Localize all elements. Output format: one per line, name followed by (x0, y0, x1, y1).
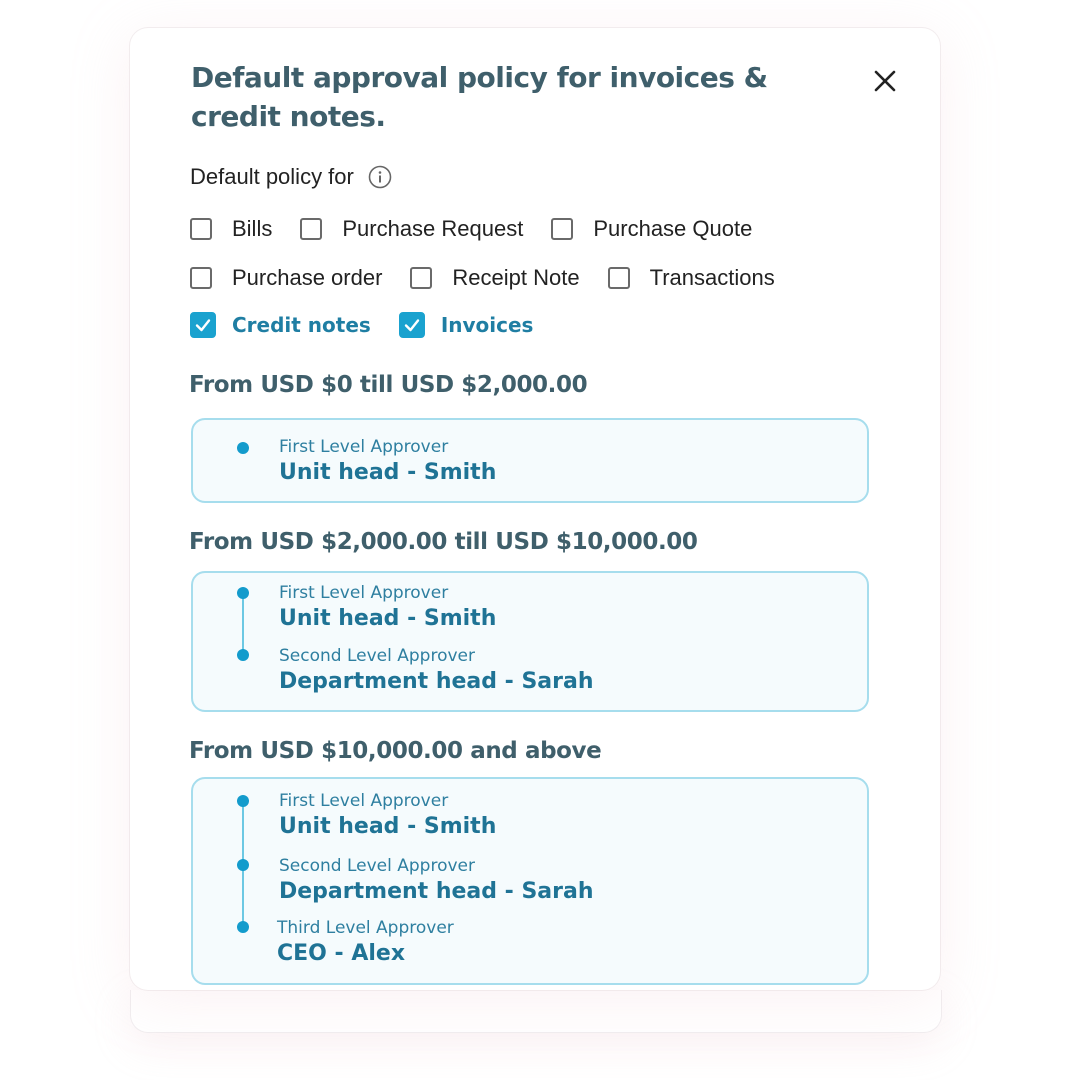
checkbox-purchase-request[interactable]: Purchase Request (300, 216, 523, 242)
checkbox-purchase-quote[interactable]: Purchase Quote (551, 216, 752, 242)
checkbox-box-checked[interactable] (190, 312, 216, 338)
checkbox-label: Receipt Note (452, 265, 580, 290)
checkbox-purchase-order[interactable]: Purchase order (190, 265, 382, 291)
approver-name: Unit head - Smith (279, 460, 497, 485)
approver-dot-icon (237, 859, 249, 871)
checkbox-bills[interactable]: Bills (190, 216, 272, 242)
checkbox-label: Purchase order (232, 265, 383, 290)
approver-level: Second Level Approver (279, 856, 475, 876)
approver-level: Second Level Approver (279, 646, 475, 666)
approver-step: Third Level Approver CEO - Alex (277, 917, 454, 969)
checkbox-transactions[interactable]: Transactions (607, 265, 775, 291)
approval-tier-card: First Level Approver Unit head - Smith S… (191, 777, 869, 985)
checkbox-box[interactable] (607, 267, 630, 289)
approval-policy-modal: Default approval policy for invoices & c… (130, 28, 940, 990)
checkbox-label: Purchase Quote (593, 216, 753, 241)
approver-dot-icon (237, 649, 249, 661)
checkbox-label: Transactions (649, 265, 775, 290)
checkmark-icon (404, 319, 420, 332)
checkbox-credit-notes[interactable]: Credit notes (190, 312, 371, 338)
checkbox-row-2: Purchase order Receipt Note Transactions (190, 265, 803, 291)
tier-range-title: From USD $0 till USD $2,000.00 (189, 372, 588, 398)
approval-tier-card: First Level Approver Unit head - Smith (191, 418, 869, 503)
modal-backdrop-panel (130, 990, 942, 1033)
checkbox-box[interactable] (300, 218, 323, 240)
subtitle-text: Default policy for (190, 164, 354, 189)
checkbox-label: Invoices (440, 313, 534, 337)
approver-name: Unit head - Smith (279, 814, 497, 839)
checkmark-icon (195, 319, 211, 332)
checkbox-label: Bills (232, 216, 273, 241)
approver-name: Department head - Sarah (279, 669, 594, 694)
tier-range-title: From USD $10,000.00 and above (189, 738, 602, 764)
info-icon[interactable] (368, 165, 392, 189)
checkbox-box[interactable] (551, 218, 574, 240)
approver-connector-line (242, 595, 244, 657)
modal-title: Default approval policy for invoices & c… (191, 61, 768, 133)
approver-level: First Level Approver (279, 791, 449, 811)
checkbox-box[interactable] (190, 218, 212, 240)
approver-step: First Level Approver Unit head - Smith (279, 790, 496, 842)
approval-tier-card: First Level Approver Unit head - Smith S… (191, 571, 869, 712)
approver-level: First Level Approver (279, 437, 449, 457)
checkbox-label: Purchase Request (342, 216, 524, 241)
close-button[interactable] (868, 64, 902, 98)
approver-name: Department head - Sarah (279, 879, 594, 904)
checkbox-box[interactable] (190, 267, 212, 289)
approver-dot-icon (237, 442, 249, 454)
approver-step: First Level Approver Unit head - Smith (279, 436, 496, 488)
checkbox-box-checked[interactable] (398, 312, 425, 338)
approver-dot-icon (237, 921, 249, 933)
approver-level: Third Level Approver (277, 918, 454, 938)
checkbox-row-3: Credit notes Invoices (190, 312, 561, 338)
checkbox-row-1: Bills Purchase Request Purchase Quote (190, 216, 780, 242)
approver-step: Second Level Approver Department head - … (279, 645, 594, 697)
default-policy-label: Default policy for (190, 164, 392, 190)
approver-dot-icon (237, 795, 249, 807)
close-icon (874, 70, 896, 92)
checkbox-box[interactable] (410, 267, 433, 289)
approver-level: First Level Approver (279, 583, 449, 603)
approver-step: Second Level Approver Department head - … (279, 855, 594, 907)
approver-dot-icon (237, 587, 249, 599)
approver-name: CEO - Alex (277, 941, 406, 966)
approver-step: First Level Approver Unit head - Smith (279, 582, 496, 634)
approver-name: Unit head - Smith (279, 606, 497, 631)
checkbox-label: Credit notes (232, 313, 371, 337)
checkbox-invoices[interactable]: Invoices (398, 312, 534, 338)
checkbox-receipt-note[interactable]: Receipt Note (410, 265, 580, 291)
tier-range-title: From USD $2,000.00 till USD $10,000.00 (189, 529, 698, 555)
